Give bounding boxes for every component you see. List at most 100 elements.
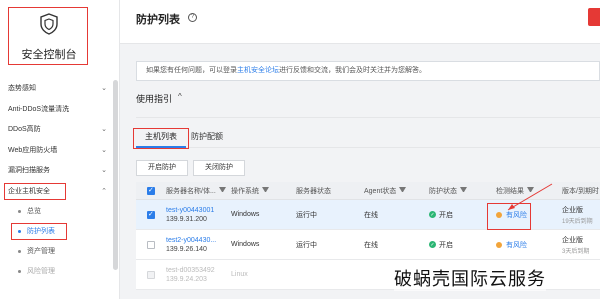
filter-icon[interactable] <box>399 187 407 194</box>
agent-cell: 在线 <box>364 211 378 219</box>
result-cell: 有风险 <box>496 230 527 259</box>
watermark: 破蜗壳国际云服务 <box>394 265 546 291</box>
help-icon[interactable]: ? <box>188 13 197 22</box>
sidebar-subitem-overview[interactable]: 总览 <box>0 201 113 221</box>
sidebar-item-host-security[interactable]: 企业主机安全 ⌃ <box>0 181 113 202</box>
sidebar-item-label: Anti-DDoS流量清洗 <box>8 105 70 113</box>
col-protection[interactable]: 防护状态 <box>429 182 467 199</box>
highlight-box <box>4 182 66 200</box>
protection-cell: ✓ 开启 <box>429 200 453 229</box>
chevron-down-icon: ⌄ <box>101 126 107 134</box>
highlight-box <box>133 128 189 149</box>
page-header: 防护列表 ? <box>120 0 600 44</box>
col-label: 服务器名称/体... <box>166 187 216 195</box>
sidebar-item-anti-ddos[interactable]: Anti-DDoS流量清洗 <box>0 99 113 120</box>
tab-protection-quota[interactable]: 防护配额 <box>191 130 223 148</box>
sidebar-subitem-risk[interactable]: 风险管理 <box>0 261 113 281</box>
instance-name-link[interactable]: test2-y004430... <box>166 237 216 244</box>
checkbox[interactable] <box>147 186 155 195</box>
status-cell: 运行中 <box>296 241 317 249</box>
os-cell: Windows <box>231 211 260 218</box>
col-name[interactable]: 服务器名称/体... <box>166 182 226 199</box>
notice-suffix: 进行反馈和交流，我们会及时关注并为您解答。 <box>279 67 426 74</box>
select-all-checkbox[interactable] <box>147 182 155 199</box>
status-cell: 运行中 <box>296 211 317 219</box>
notice-prefix: 如果您有任何问题，可以登录 <box>146 67 237 74</box>
col-label: 版本/到期时 <box>562 187 599 195</box>
filter-icon[interactable] <box>262 187 269 194</box>
page-title: 防护列表 <box>136 14 180 26</box>
os-cell: Linux <box>231 271 248 278</box>
risk-link[interactable]: 有风险 <box>506 240 527 250</box>
sidebar-scrollbar[interactable] <box>113 80 118 270</box>
chevron-down-icon: ⌄ <box>101 167 107 175</box>
col-label: 操作系统 <box>231 187 259 195</box>
sidebar-item-vuln-scan[interactable]: 漏洞扫描服务 ⌄ <box>0 160 113 181</box>
check-circle-icon: ✓ <box>429 241 436 248</box>
sidebar-menu: 态势感知 ⌄ Anti-DDoS流量清洗 DDoS高防 ⌄ Web应用防火墙 ⌄… <box>0 78 113 281</box>
sidebar-item-situation[interactable]: 态势感知 ⌄ <box>0 78 113 99</box>
checkbox[interactable] <box>147 210 155 219</box>
sidebar-item-label: 态势感知 <box>8 85 36 93</box>
tab-bar: 主机列表 防护配额 <box>133 128 600 149</box>
instance-cell: test2-y004430... 139.9.26.140 <box>166 230 216 259</box>
version-text: 企业版 <box>562 236 583 244</box>
sidebar-subitem-assets[interactable]: 资产管理 <box>0 241 113 261</box>
annotation-arrow-icon <box>507 183 553 211</box>
enable-protection-button[interactable]: 开启防护 <box>136 160 188 176</box>
row-checkbox[interactable] <box>147 200 155 229</box>
sidebar-subitem-label: 总览 <box>27 208 41 215</box>
sidebar-item-label: Web应用防火墙 <box>8 146 58 154</box>
chevron-down-icon: ⌄ <box>101 146 107 154</box>
sidebar-item-label: DDoS高防 <box>8 126 41 134</box>
instance-ip: 139.9.24.203 <box>166 275 207 283</box>
console-title: 安全控制台 <box>21 49 77 61</box>
table-row[interactable]: test2-y004430... 139.9.26.140 Windows 运行… <box>136 230 600 260</box>
divider <box>136 117 600 118</box>
sidebar-subitem-label: 资产管理 <box>27 248 55 255</box>
col-label: 服务器状态 <box>296 187 331 195</box>
warning-dot-icon <box>496 241 502 248</box>
protection-cell: ✓ 开启 <box>429 230 453 259</box>
protection-text: 开启 <box>439 241 453 249</box>
usage-guide-title[interactable]: 使用指引 <box>136 92 172 105</box>
row-checkbox[interactable] <box>147 230 155 259</box>
tab-host-list[interactable]: 主机列表 <box>133 128 189 149</box>
console-brand[interactable]: 安全控制台 <box>8 7 88 65</box>
notice-bar: 如果您有任何问题，可以登录主机安全论坛进行反馈和交流，我们会及时关注并为您解答。 <box>136 61 600 81</box>
chevron-down-icon: ⌄ <box>101 85 107 93</box>
agent-cell: 在线 <box>364 241 378 249</box>
protection-text: 开启 <box>439 211 453 219</box>
col-label: 防护状态 <box>429 187 457 195</box>
os-cell: Windows <box>231 241 260 248</box>
forum-link[interactable]: 主机安全论坛 <box>237 67 279 74</box>
sidebar-item-ddos-high[interactable]: DDoS高防 ⌄ <box>0 119 113 140</box>
col-status: 服务器状态 <box>296 182 331 199</box>
filter-icon[interactable] <box>218 187 226 194</box>
tab-label: 防护配额 <box>191 132 223 141</box>
check-circle-icon: ✓ <box>429 211 436 218</box>
sidebar-subitem-label: 风险管理 <box>27 268 55 275</box>
sidebar-item-waf[interactable]: Web应用防火墙 ⌄ <box>0 140 113 161</box>
col-os[interactable]: 操作系统 <box>231 182 269 199</box>
chevron-up-icon[interactable]: ^ <box>178 92 182 101</box>
shield-icon <box>40 13 58 35</box>
instance-cell: test-y00443001 139.9.31.200 <box>166 200 214 229</box>
filter-icon[interactable] <box>460 187 467 194</box>
version-text: 企业版 <box>562 206 583 214</box>
sidebar-subitem-protection-list[interactable]: 防护列表 <box>0 221 113 241</box>
instance-name-link[interactable]: test-y00443001 <box>166 207 214 214</box>
disable-protection-button[interactable]: 关闭防护 <box>193 160 245 176</box>
sidebar: 安全控制台 态势感知 ⌄ Anti-DDoS流量清洗 DDoS高防 ⌄ Web应… <box>0 0 120 299</box>
checkbox <box>147 270 155 279</box>
checkbox[interactable] <box>147 240 155 249</box>
header-action-button[interactable] <box>588 8 600 26</box>
highlight-box <box>11 223 67 240</box>
row-checkbox <box>147 260 155 289</box>
col-label: Agent状态 <box>364 187 397 195</box>
col-agent[interactable]: Agent状态 <box>364 182 407 199</box>
version-cell: 企业版 19天后到期 <box>562 200 593 229</box>
instance-ip: 139.9.26.140 <box>166 245 207 253</box>
instance-name-link[interactable]: test-d00353492 <box>166 267 215 274</box>
col-version: 版本/到期时 <box>562 182 599 199</box>
